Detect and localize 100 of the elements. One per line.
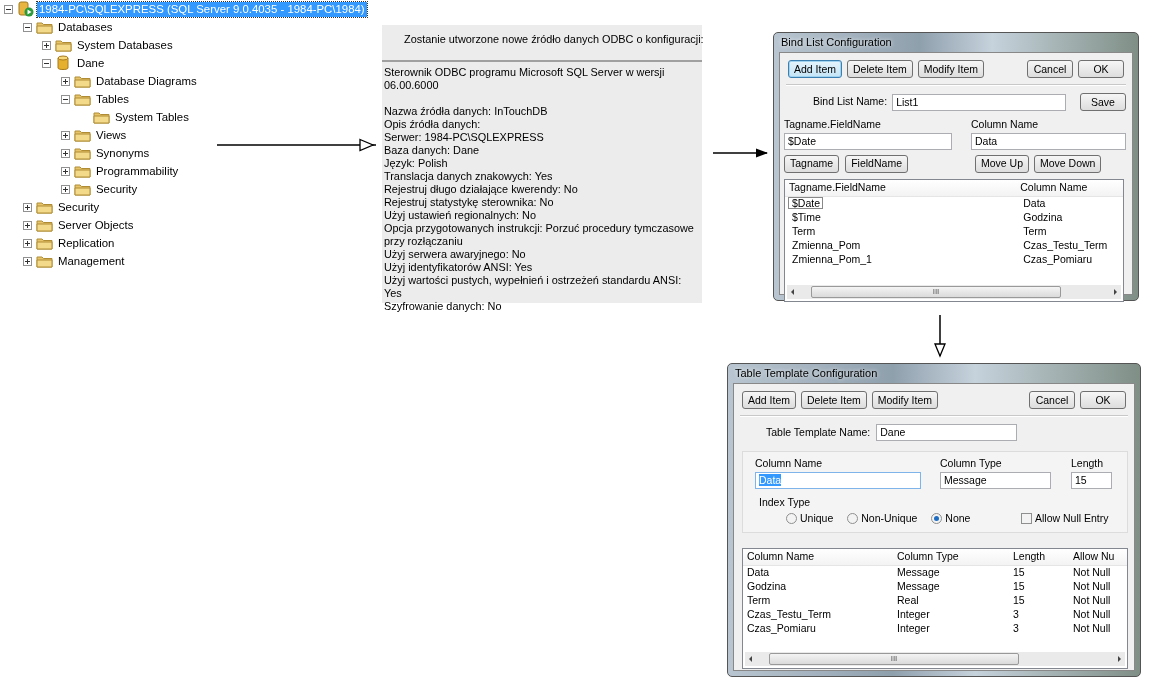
dialog-button[interactable]: FieldName xyxy=(845,154,908,173)
minus-icon[interactable] xyxy=(42,58,51,68)
tree-item[interactable]: Server Objects xyxy=(56,217,136,233)
tree-item[interactable]: Security xyxy=(94,181,140,197)
list-cell[interactable]: Not Null xyxy=(1069,579,1125,596)
plus-icon[interactable] xyxy=(23,238,32,248)
minus-icon[interactable] xyxy=(23,22,32,32)
dialog-button[interactable]: Save xyxy=(1080,93,1126,111)
list-cell[interactable]: Integer xyxy=(893,607,1009,624)
group-label: Index Type xyxy=(759,495,811,508)
folder-icon xyxy=(74,163,91,179)
list-cell[interactable]: 3 xyxy=(1009,621,1069,638)
arrow xyxy=(712,148,768,158)
dialog-button[interactable]: Move Down xyxy=(1034,154,1102,173)
tree-item[interactable]: System Tables xyxy=(113,109,191,125)
tree-item[interactable]: System Databases xyxy=(75,37,175,53)
list-cell[interactable]: Czas_Pomiaru xyxy=(1019,252,1093,265)
dialog-button[interactable]: Move Up xyxy=(975,154,1029,173)
list-cell[interactable]: Real xyxy=(893,593,1009,610)
input-field[interactable]: Data xyxy=(971,132,1126,150)
column-header[interactable]: Column Type xyxy=(893,549,1009,566)
list-cell[interactable]: Message xyxy=(893,565,1009,582)
radio-button[interactable]: Unique xyxy=(786,510,834,527)
tree-item[interactable]: Management xyxy=(56,253,127,269)
dialog-button[interactable]: OK xyxy=(1078,60,1124,78)
radio-button[interactable]: Non-Unique xyxy=(847,510,918,527)
list-cell[interactable]: Data xyxy=(743,565,893,582)
input-field[interactable]: 15 xyxy=(1071,471,1112,489)
tree-item[interactable]: Tables xyxy=(94,91,131,107)
right-arrow-icon xyxy=(1111,287,1119,296)
dialog-button[interactable]: Modify Item xyxy=(917,60,984,78)
list-cell[interactable]: Not Null xyxy=(1069,621,1125,638)
list-cell[interactable]: Zmienna_Pom xyxy=(788,238,861,251)
list-cell[interactable]: Message xyxy=(893,579,1009,596)
column-header[interactable]: Length xyxy=(1009,549,1069,566)
dialog-button[interactable]: Delete Item xyxy=(801,391,867,409)
minus-icon[interactable] xyxy=(4,4,13,14)
list-cell[interactable]: Not Null xyxy=(1069,593,1125,610)
dialog-button[interactable]: Add Item xyxy=(742,391,797,409)
list-cell[interactable]: Czas_Testu_Term xyxy=(743,607,893,624)
dialog-button[interactable]: Cancel xyxy=(1027,60,1073,78)
list-cell[interactable]: 15 xyxy=(1009,593,1069,610)
field-label: Column Type xyxy=(940,456,1003,471)
tree-item[interactable]: Programmability xyxy=(94,163,181,179)
plus-icon[interactable] xyxy=(61,76,70,86)
list-cell[interactable]: 15 xyxy=(1009,565,1069,582)
tree-item[interactable]: Dane xyxy=(75,55,107,71)
plus-icon[interactable] xyxy=(23,256,32,266)
list-cell[interactable]: Not Null xyxy=(1069,607,1125,624)
plus-icon[interactable] xyxy=(23,202,32,212)
list-cell[interactable]: $Date xyxy=(788,196,824,209)
tree-item[interactable]: Security xyxy=(56,199,102,215)
column-header[interactable]: Allow Nu xyxy=(1069,549,1125,566)
dialog-button[interactable]: Modify Item xyxy=(871,391,938,409)
list-cell[interactable]: Data xyxy=(1019,196,1046,209)
scrollbar[interactable]: III xyxy=(745,652,1125,667)
input-field[interactable]: List1 xyxy=(892,93,1067,111)
plus-icon[interactable] xyxy=(61,130,70,140)
list-cell[interactable]: Term xyxy=(788,224,816,237)
radio-button[interactable]: None xyxy=(931,510,971,527)
tree-item[interactable]: Databases xyxy=(56,19,115,35)
dialog-button[interactable]: Tagname xyxy=(784,154,840,173)
list-cell[interactable]: Zmienna_Pom_1 xyxy=(788,252,872,265)
tree-item[interactable]: Views xyxy=(94,127,129,143)
dialog-button[interactable]: Cancel xyxy=(1029,391,1075,409)
list-cell[interactable]: Term xyxy=(743,593,893,610)
checkbox[interactable]: Allow Null Entry xyxy=(1021,510,1109,527)
input-field[interactable]: $Date xyxy=(784,132,952,150)
tree-item[interactable]: Replication xyxy=(56,235,117,251)
window-title: Bind List Configuration xyxy=(780,35,893,50)
list-cell[interactable]: Godzina xyxy=(743,579,893,596)
dialog-button[interactable]: Add Item xyxy=(788,60,843,78)
dialog-button[interactable]: OK xyxy=(1080,391,1126,409)
input-field[interactable]: Message xyxy=(940,471,1051,489)
field-label: Column Name xyxy=(971,117,1040,132)
minus-icon[interactable] xyxy=(61,94,70,104)
column-header[interactable]: Column Name xyxy=(743,549,893,566)
plus-icon[interactable] xyxy=(61,166,70,176)
column-header[interactable]: Tagname.FieldName xyxy=(785,179,1017,196)
list-cell[interactable]: Not Null xyxy=(1069,565,1125,582)
list-cell[interactable]: Integer xyxy=(893,621,1009,638)
plus-icon[interactable] xyxy=(23,220,32,230)
list-cell[interactable]: $Time xyxy=(788,210,821,223)
list-cell[interactable]: Godzina xyxy=(1019,210,1063,223)
dialog-button[interactable]: Delete Item xyxy=(847,60,913,78)
list-cell[interactable]: Czas_Testu_Term xyxy=(1019,238,1108,251)
list-cell[interactable]: Term xyxy=(1019,224,1047,237)
folder-icon xyxy=(36,235,53,251)
plus-icon[interactable] xyxy=(42,40,51,50)
list-cell[interactable]: 15 xyxy=(1009,579,1069,596)
scrollbar[interactable]: III xyxy=(787,284,1121,299)
tree-item[interactable]: Database Diagrams xyxy=(94,73,199,89)
list-cell[interactable]: 3 xyxy=(1009,607,1069,624)
column-header[interactable]: Column Name xyxy=(1016,179,1123,196)
field-label: Bind List Name: xyxy=(813,94,888,110)
list-cell[interactable]: Czas_Pomiaru xyxy=(743,621,893,638)
plus-icon[interactable] xyxy=(61,148,70,158)
plus-icon[interactable] xyxy=(61,184,70,194)
tree-item[interactable]: Synonyms xyxy=(94,145,152,161)
input-field[interactable]: Dane xyxy=(876,424,1018,441)
